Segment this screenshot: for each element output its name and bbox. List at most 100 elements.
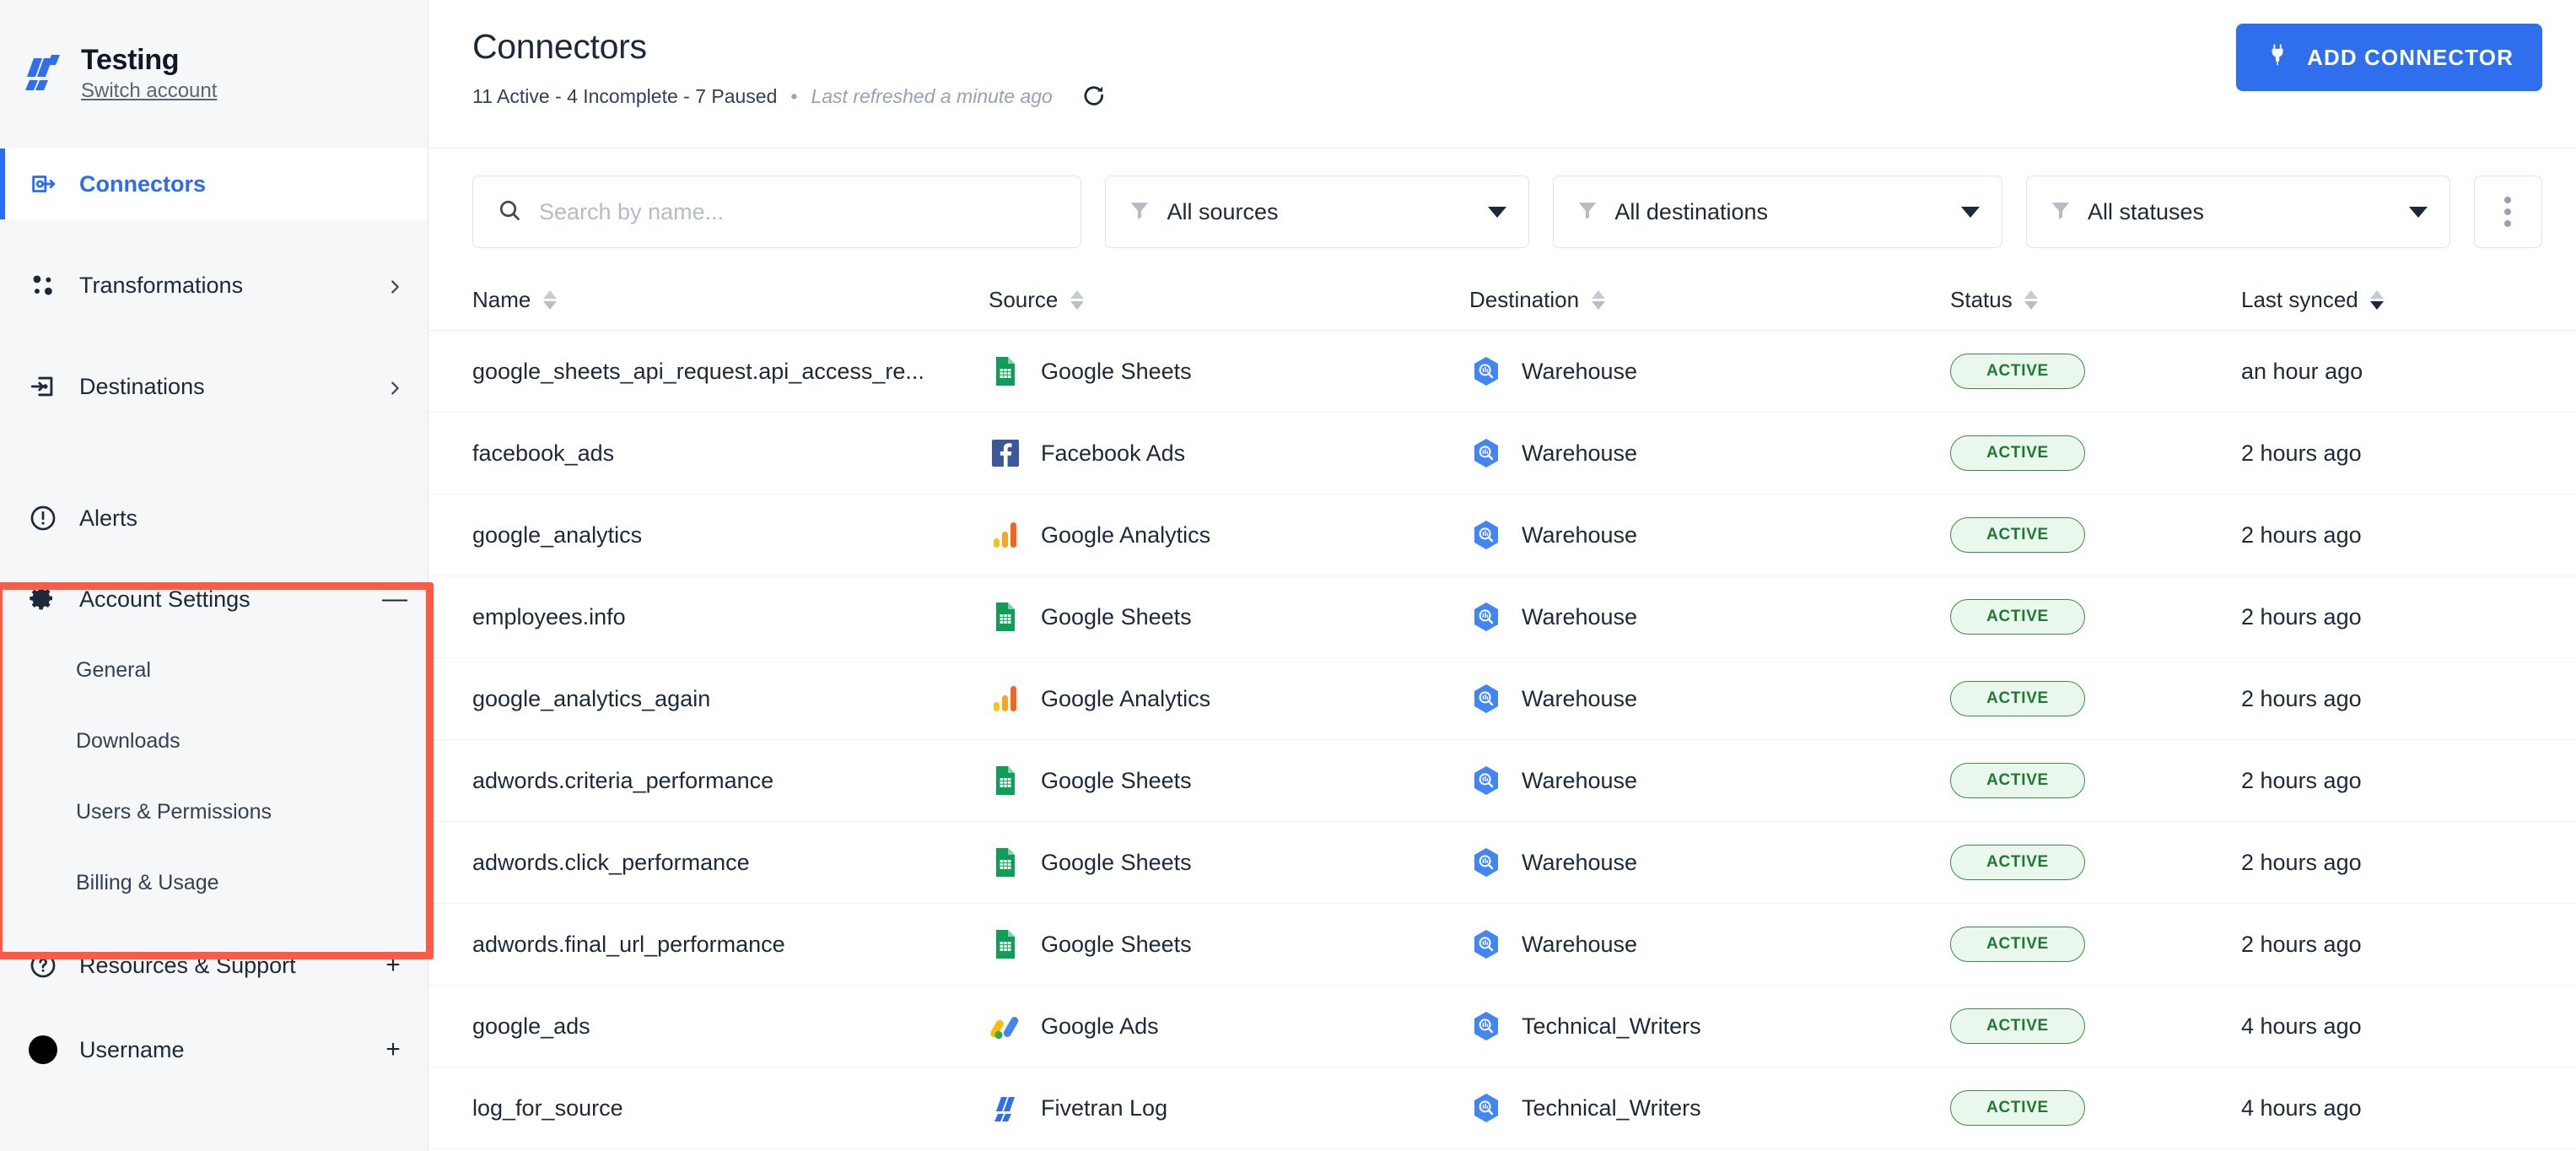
- table-row[interactable]: google_analytics Google Analytics Warehous…: [428, 494, 2576, 576]
- cell-source: Google Sheets: [989, 600, 1469, 634]
- column-header-last-synced[interactable]: Last synced: [2241, 287, 2542, 313]
- column-label: Destination: [1469, 287, 1580, 312]
- chevron-down-icon: [2408, 206, 2428, 218]
- overflow-menu-button[interactable]: [2473, 176, 2543, 248]
- bigquery-icon: [1469, 846, 1503, 879]
- cell-name: log_for_source: [472, 1095, 989, 1121]
- status-badge: ACTIVE: [1950, 517, 2085, 553]
- search-input[interactable]: Search by name...: [472, 176, 1082, 248]
- fivetran-logo-icon: [25, 55, 62, 94]
- cell-name: employees.info: [472, 604, 989, 630]
- stats-separator: •: [790, 84, 798, 107]
- brand-block[interactable]: Testing Switch account: [0, 0, 428, 149]
- table-header-row: Name Source Destination Status Last sync…: [428, 270, 2576, 331]
- table-row[interactable]: google_ads Google Ads Technical_Writers ACT…: [428, 986, 2576, 1067]
- google-sheets-icon: [989, 927, 1022, 961]
- source-name: Google Ads: [1041, 1013, 1159, 1039]
- sort-icon: [542, 290, 557, 310]
- column-header-destination[interactable]: Destination: [1469, 287, 1950, 313]
- table-row[interactable]: adwords.final_url_performance Google Shee…: [428, 904, 2576, 986]
- sidebar-item-transformations[interactable]: Transformations: [0, 250, 428, 321]
- page-title: Connectors: [472, 27, 647, 66]
- minus-icon[interactable]: —: [382, 586, 407, 612]
- cell-name: adwords.final_url_performance: [472, 932, 989, 958]
- cell-destination: Technical_Writers: [1469, 1091, 1950, 1125]
- table-row[interactable]: log_for_source Fivetran Log Technical_Writ…: [428, 1067, 2576, 1149]
- transformations-icon: [29, 271, 57, 300]
- plug-icon: [2265, 42, 2290, 73]
- table-row[interactable]: google_analytics_again Google Analytics Wa…: [428, 658, 2576, 740]
- destination-name: Warehouse: [1522, 521, 1638, 548]
- sort-icon: [1070, 290, 1084, 310]
- sort-icon: [2024, 290, 2039, 310]
- column-label: Name: [472, 287, 531, 312]
- destination-name: Warehouse: [1522, 603, 1638, 630]
- sidebar-subitem-users-permissions[interactable]: Users & Permissions: [0, 776, 428, 847]
- cell-status: ACTIVE: [1950, 354, 2241, 389]
- connector-name: adwords.click_performance: [472, 849, 750, 875]
- google-sheets-icon: [989, 600, 1022, 634]
- plus-icon[interactable]: +: [382, 953, 404, 978]
- connector-name: adwords.final_url_performance: [472, 931, 785, 957]
- sidebar-subitem-label: Billing & Usage: [76, 870, 219, 894]
- cell-destination: Warehouse: [1469, 764, 1950, 797]
- refresh-icon[interactable]: [1078, 80, 1110, 112]
- destination-filter-select[interactable]: All destinations: [1553, 176, 2002, 248]
- last-synced-value: 2 hours ago: [2241, 521, 2362, 548]
- table-row[interactable]: adwords.criteria_performance Google Sheet…: [428, 740, 2576, 822]
- bigquery-icon: [1469, 518, 1503, 552]
- destination-name: Warehouse: [1522, 685, 1638, 711]
- source-name: Google Analytics: [1041, 521, 1211, 548]
- page-subheader: 11 Active - 4 Incomplete - 7 Paused • La…: [472, 80, 1110, 112]
- plus-icon[interactable]: +: [382, 1037, 404, 1062]
- table-row[interactable]: google_sheets_api_request.api_access_re.…: [428, 331, 2576, 413]
- fivetran-log-icon: [989, 1091, 1022, 1125]
- connector-stats: 11 Active - 4 Incomplete - 7 Paused: [472, 84, 778, 107]
- kebab-menu-icon: [2504, 197, 2512, 227]
- status-badge: ACTIVE: [1950, 763, 2085, 798]
- switch-account-link[interactable]: Switch account: [81, 78, 217, 104]
- connector-name: log_for_source: [472, 1094, 623, 1121]
- source-filter-select[interactable]: All sources: [1105, 176, 1530, 248]
- cell-source: Google Sheets: [989, 927, 1469, 961]
- table-row[interactable]: adwords.click_performance Google Sheets Wa…: [428, 822, 2576, 904]
- last-synced-value: 4 hours ago: [2241, 1013, 2362, 1039]
- cell-destination: Warehouse: [1469, 354, 1950, 388]
- connector-name: employees.info: [472, 603, 626, 630]
- cell-name: google_ads: [472, 1013, 989, 1040]
- sidebar-item-connectors[interactable]: Connectors: [0, 149, 428, 219]
- table-row[interactable]: employees.info Google Sheets Warehouse ACTI…: [428, 576, 2576, 658]
- sidebar-item-alerts[interactable]: Alerts: [0, 483, 428, 554]
- connector-name: google_analytics_again: [472, 685, 711, 711]
- sidebar-item-username[interactable]: Username +: [0, 1014, 428, 1085]
- question-circle-icon: [29, 951, 57, 980]
- cell-source: Google Analytics: [989, 518, 1469, 552]
- column-label: Status: [1950, 287, 2013, 312]
- sidebar-subitem-downloads[interactable]: Downloads: [0, 705, 428, 776]
- source-name: Google Sheets: [1041, 931, 1192, 957]
- alert-circle-icon: [29, 504, 57, 532]
- column-header-source[interactable]: Source: [989, 287, 1469, 313]
- funnel-icon: [1128, 198, 1151, 226]
- page-header: Connectors 11 Active - 4 Incomplete - 7 …: [428, 0, 2576, 149]
- sidebar-item-label: Resources & Support: [79, 952, 296, 978]
- sidebar-subitem-general[interactable]: General: [0, 635, 428, 705]
- sidebar-subitem-billing-usage[interactable]: Billing & Usage: [0, 847, 428, 918]
- sidebar-item-account-settings[interactable]: Account Settings —: [0, 564, 428, 635]
- sidebar-item-destinations[interactable]: Destinations: [0, 351, 428, 422]
- google-sheets-icon: [989, 846, 1022, 879]
- connectors-table: Name Source Destination Status Last sync…: [428, 270, 2576, 1149]
- cell-destination: Warehouse: [1469, 436, 1950, 470]
- sidebar-item-resources-support[interactable]: Resources & Support +: [0, 930, 428, 1001]
- sidebar-subitem-label: Downloads: [76, 728, 181, 753]
- sidebar-item-label: Destinations: [79, 373, 205, 399]
- status-filter-select[interactable]: All statuses: [2025, 176, 2450, 248]
- last-synced-value: an hour ago: [2241, 358, 2363, 384]
- sidebar: Testing Switch account Connectors Transf…: [0, 0, 434, 1151]
- add-connector-button[interactable]: ADD CONNECTOR: [2236, 24, 2542, 91]
- table-row[interactable]: facebook_ads Facebook Ads Warehouse ACTIVE 2…: [428, 413, 2576, 494]
- column-header-status[interactable]: Status: [1950, 287, 2241, 313]
- column-header-name[interactable]: Name: [472, 287, 989, 313]
- cell-last-synced: 2 hours ago: [2241, 850, 2542, 876]
